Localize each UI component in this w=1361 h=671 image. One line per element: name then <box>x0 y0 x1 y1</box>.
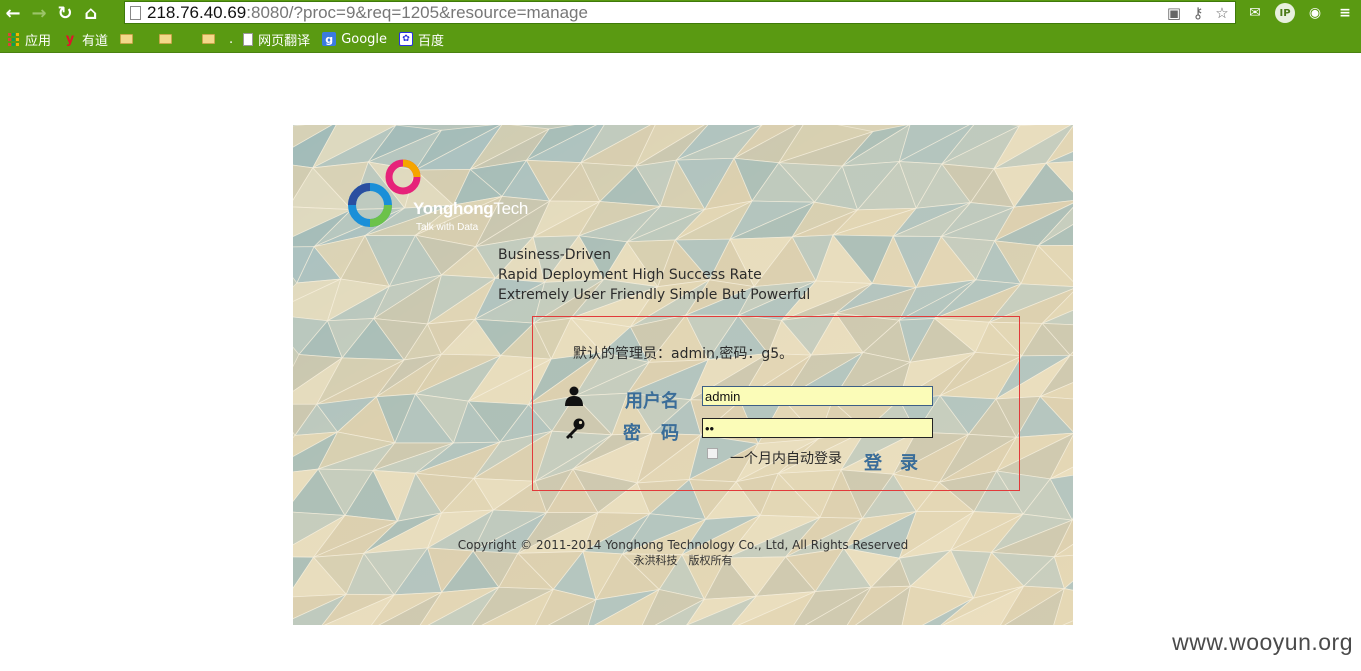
brand-name: YonghongTech <box>413 199 529 218</box>
remember-me-checkbox[interactable] <box>707 448 718 459</box>
bookmark-label: 网页翻译 <box>258 33 311 49</box>
page-icon <box>130 5 141 20</box>
tagline-1: Business-Driven <box>498 247 611 263</box>
user-icon <box>565 386 583 406</box>
rights-text: 永洪科技 版权所有 <box>633 554 733 567</box>
bookmark-baidu[interactable]: ✿ 百度 <box>399 26 444 53</box>
wooyun-watermark: www.wooyun.org <box>1172 629 1353 655</box>
back-button[interactable]: ← <box>0 0 26 26</box>
url-path: :8080/?proc=9&req=1205&resource=manage <box>246 2 588 22</box>
tagline-2: Rapid Deployment High Success Rate <box>498 267 762 283</box>
password-label: 密码 <box>623 423 699 444</box>
mail-extension-icon[interactable]: ✉ <box>1245 3 1265 23</box>
login-panel: YonghongTech Talk with Data Business-Dri… <box>293 125 1073 625</box>
default-credentials-hint: 默认的管理员：admin,密码：g5。 <box>573 346 794 362</box>
bookmark-dot[interactable]: . <box>229 26 233 53</box>
bookmark-label: Google <box>341 31 388 47</box>
copyright-text: Copyright © 2011-2014 Yonghong Technolog… <box>457 538 909 552</box>
brand-slogan: Talk with Data <box>416 222 479 233</box>
camera-extension-icon[interactable]: ◉ <box>1305 3 1325 23</box>
baidu-paw-icon: ✿ <box>399 32 414 46</box>
apps-grid-icon <box>6 32 20 46</box>
url-host: 218.76.40.69 <box>147 2 247 22</box>
forward-button[interactable]: → <box>26 0 52 26</box>
folder-icon <box>120 34 134 44</box>
youdao-icon: y <box>65 31 75 47</box>
bookmarks-bar: 应用 y 有道 . 网页翻译 g Google ✿ 百度 <box>0 26 1361 53</box>
home-button[interactable]: ⌂ <box>78 0 104 26</box>
google-icon: g <box>322 32 337 46</box>
bookmark-apps[interactable]: 应用 <box>6 26 51 53</box>
username-label: 用户名 <box>625 391 679 412</box>
bookmark-folder-2[interactable] <box>159 26 173 53</box>
document-icon <box>243 32 254 46</box>
bookmark-folder-3[interactable] <box>202 26 216 53</box>
bookmark-star-icon[interactable]: ☆ <box>1213 4 1231 22</box>
bookmark-label: . <box>229 31 234 47</box>
remember-me-label: 一个月内自动登录 <box>730 451 842 467</box>
bookmark-label: 应用 <box>25 33 52 49</box>
bookmark-label: 有道 <box>82 33 109 49</box>
bookmark-folder-1[interactable] <box>120 26 134 53</box>
browser-toolbar: ← → ↻ ⌂ 218.76.40.69:8080/?proc=9&req=12… <box>0 0 1361 26</box>
menu-icon[interactable]: ≡ <box>1335 3 1355 23</box>
bookmark-google[interactable]: g Google <box>322 26 387 53</box>
bookmark-translate[interactable]: 网页翻译 <box>243 26 310 53</box>
login-button[interactable]: 登录 <box>864 449 936 475</box>
bookmark-youdao[interactable]: y 有道 <box>63 26 108 53</box>
username-input[interactable] <box>702 386 933 406</box>
key-icon[interactable]: ⚷ <box>1189 4 1207 22</box>
tagline-3: Extremely User Friendly Simple But Power… <box>498 287 811 303</box>
image-icon[interactable]: ▣ <box>1165 4 1183 22</box>
reload-button[interactable]: ↻ <box>52 0 78 26</box>
folder-icon <box>159 34 173 44</box>
bookmark-label: 百度 <box>418 33 445 49</box>
folder-icon <box>202 34 216 44</box>
key-icon <box>566 418 585 439</box>
login-form: 默认的管理员：admin,密码：g5。 用户名 密码 一个月内自动登录 登录 <box>532 316 1020 491</box>
password-input[interactable] <box>702 418 933 438</box>
address-bar[interactable]: 218.76.40.69:8080/?proc=9&req=1205&resou… <box>124 1 1236 24</box>
ip-extension-icon[interactable]: IP <box>1275 3 1295 23</box>
